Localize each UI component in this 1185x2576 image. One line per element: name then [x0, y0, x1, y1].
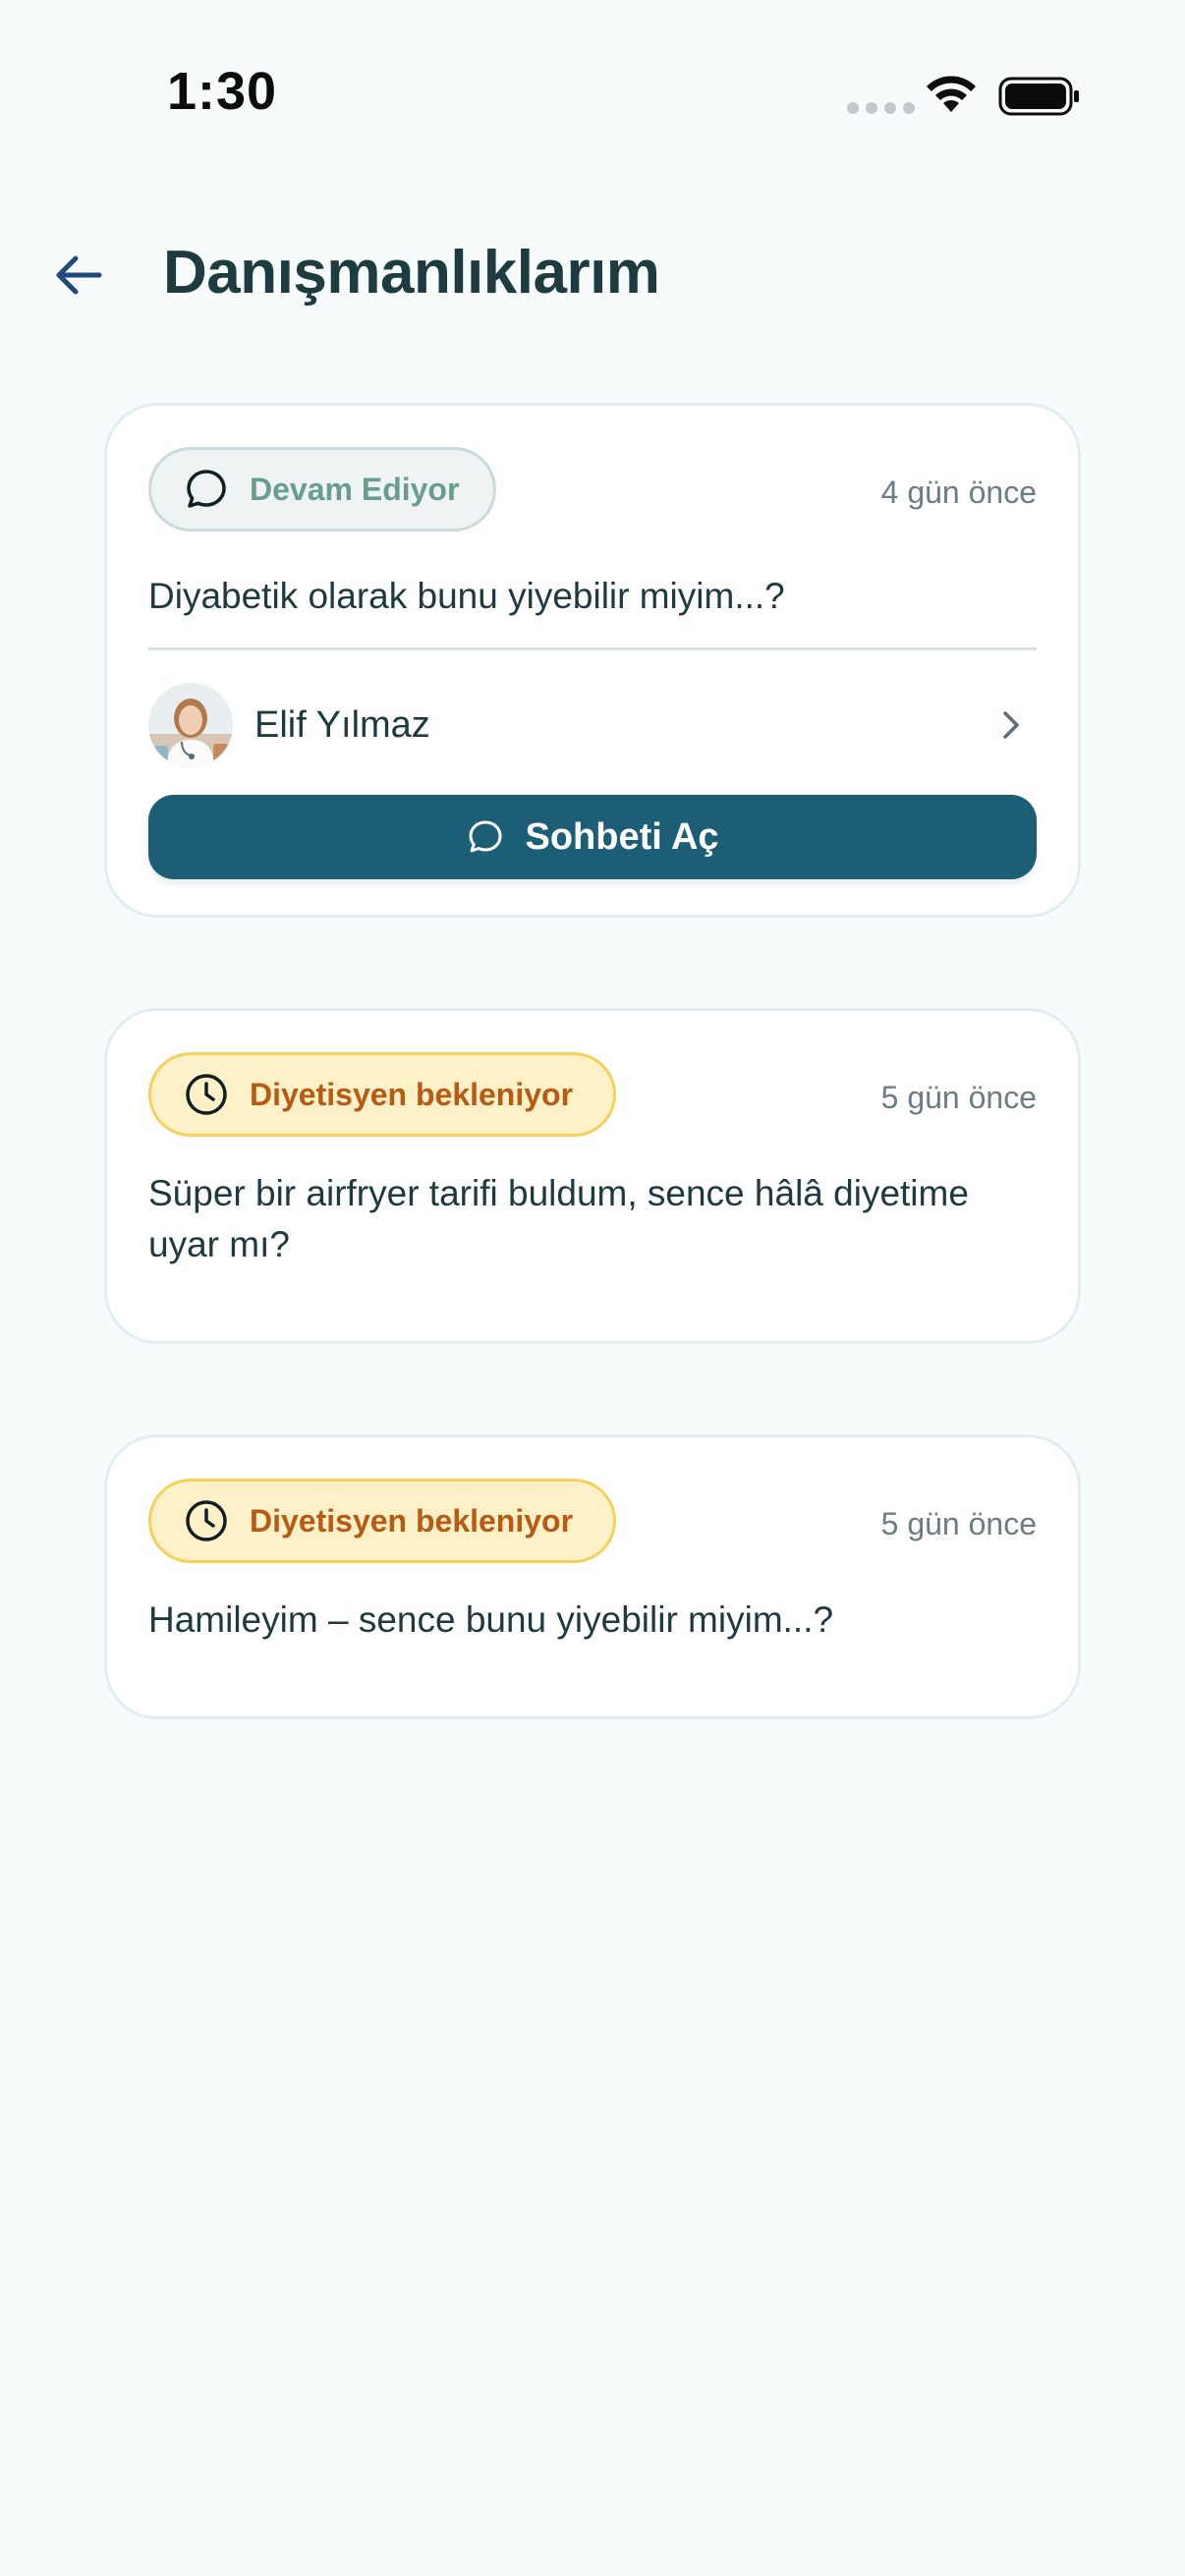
question-text: Süper bir airfryer tarifi buldum, sence … [148, 1173, 969, 1264]
time-ago: 5 gün önce [880, 1506, 1037, 1541]
header: Danışmanlıklarım [0, 216, 1185, 334]
page-title: Danışmanlıklarım [163, 239, 660, 307]
arrow-left-icon [56, 255, 102, 295]
dietitian-name: Elif Yılmaz [254, 703, 430, 746]
consultation-card[interactable]: Diyetisyen bekleniyor 5 gün önce Hamiley… [104, 1434, 1081, 1719]
back-button[interactable] [39, 236, 118, 314]
time-ago: 4 gün önce [880, 475, 1037, 510]
question-text: Hamileyim – sence bunu yiyebilir miyim..… [148, 1599, 834, 1640]
status-time: 1:30 [167, 62, 278, 121]
status-badge-label: Diyetisyen bekleniyor [250, 1076, 574, 1112]
wifi-icon [927, 76, 976, 112]
clock-icon [183, 1497, 230, 1544]
status-badge: Diyetisyen bekleniyor [148, 1479, 616, 1563]
question-text: Diyabetik olarak bunu yiyebilir miyim...… [148, 576, 785, 616]
avatar [148, 683, 233, 767]
status-badge-label: Diyetisyen bekleniyor [250, 1502, 574, 1539]
chevron-right-icon [1003, 711, 1019, 739]
open-chat-button-label: Sohbeti Aç [525, 815, 719, 858]
cellular-signal-icon [847, 102, 915, 114]
consultation-card[interactable]: Devam Ediyor 4 gün önce Diyabetik olarak… [104, 403, 1081, 918]
dietitian-row[interactable]: Elif Yılmaz [148, 681, 1037, 769]
consultation-card[interactable]: Diyetisyen bekleniyor 5 gün önce Süper b… [104, 1008, 1081, 1344]
status-badge: Diyetisyen bekleniyor [148, 1052, 616, 1137]
battery-icon [998, 77, 1079, 116]
time-ago: 5 gün önce [880, 1080, 1037, 1115]
status-bar: 1:30 [0, 0, 1185, 187]
clock-icon [183, 1071, 230, 1118]
status-badge: Devam Ediyor [148, 447, 496, 532]
divider [148, 647, 1037, 650]
chat-bubble-icon [183, 466, 230, 513]
consultations-screen: 1:30 Danışmanlıklarım Devam Ediyor 4 gün… [0, 0, 1185, 2576]
chat-bubble-icon [466, 817, 505, 857]
status-badge-label: Devam Ediyor [250, 471, 460, 507]
open-chat-button[interactable]: Sohbeti Aç [148, 795, 1037, 879]
